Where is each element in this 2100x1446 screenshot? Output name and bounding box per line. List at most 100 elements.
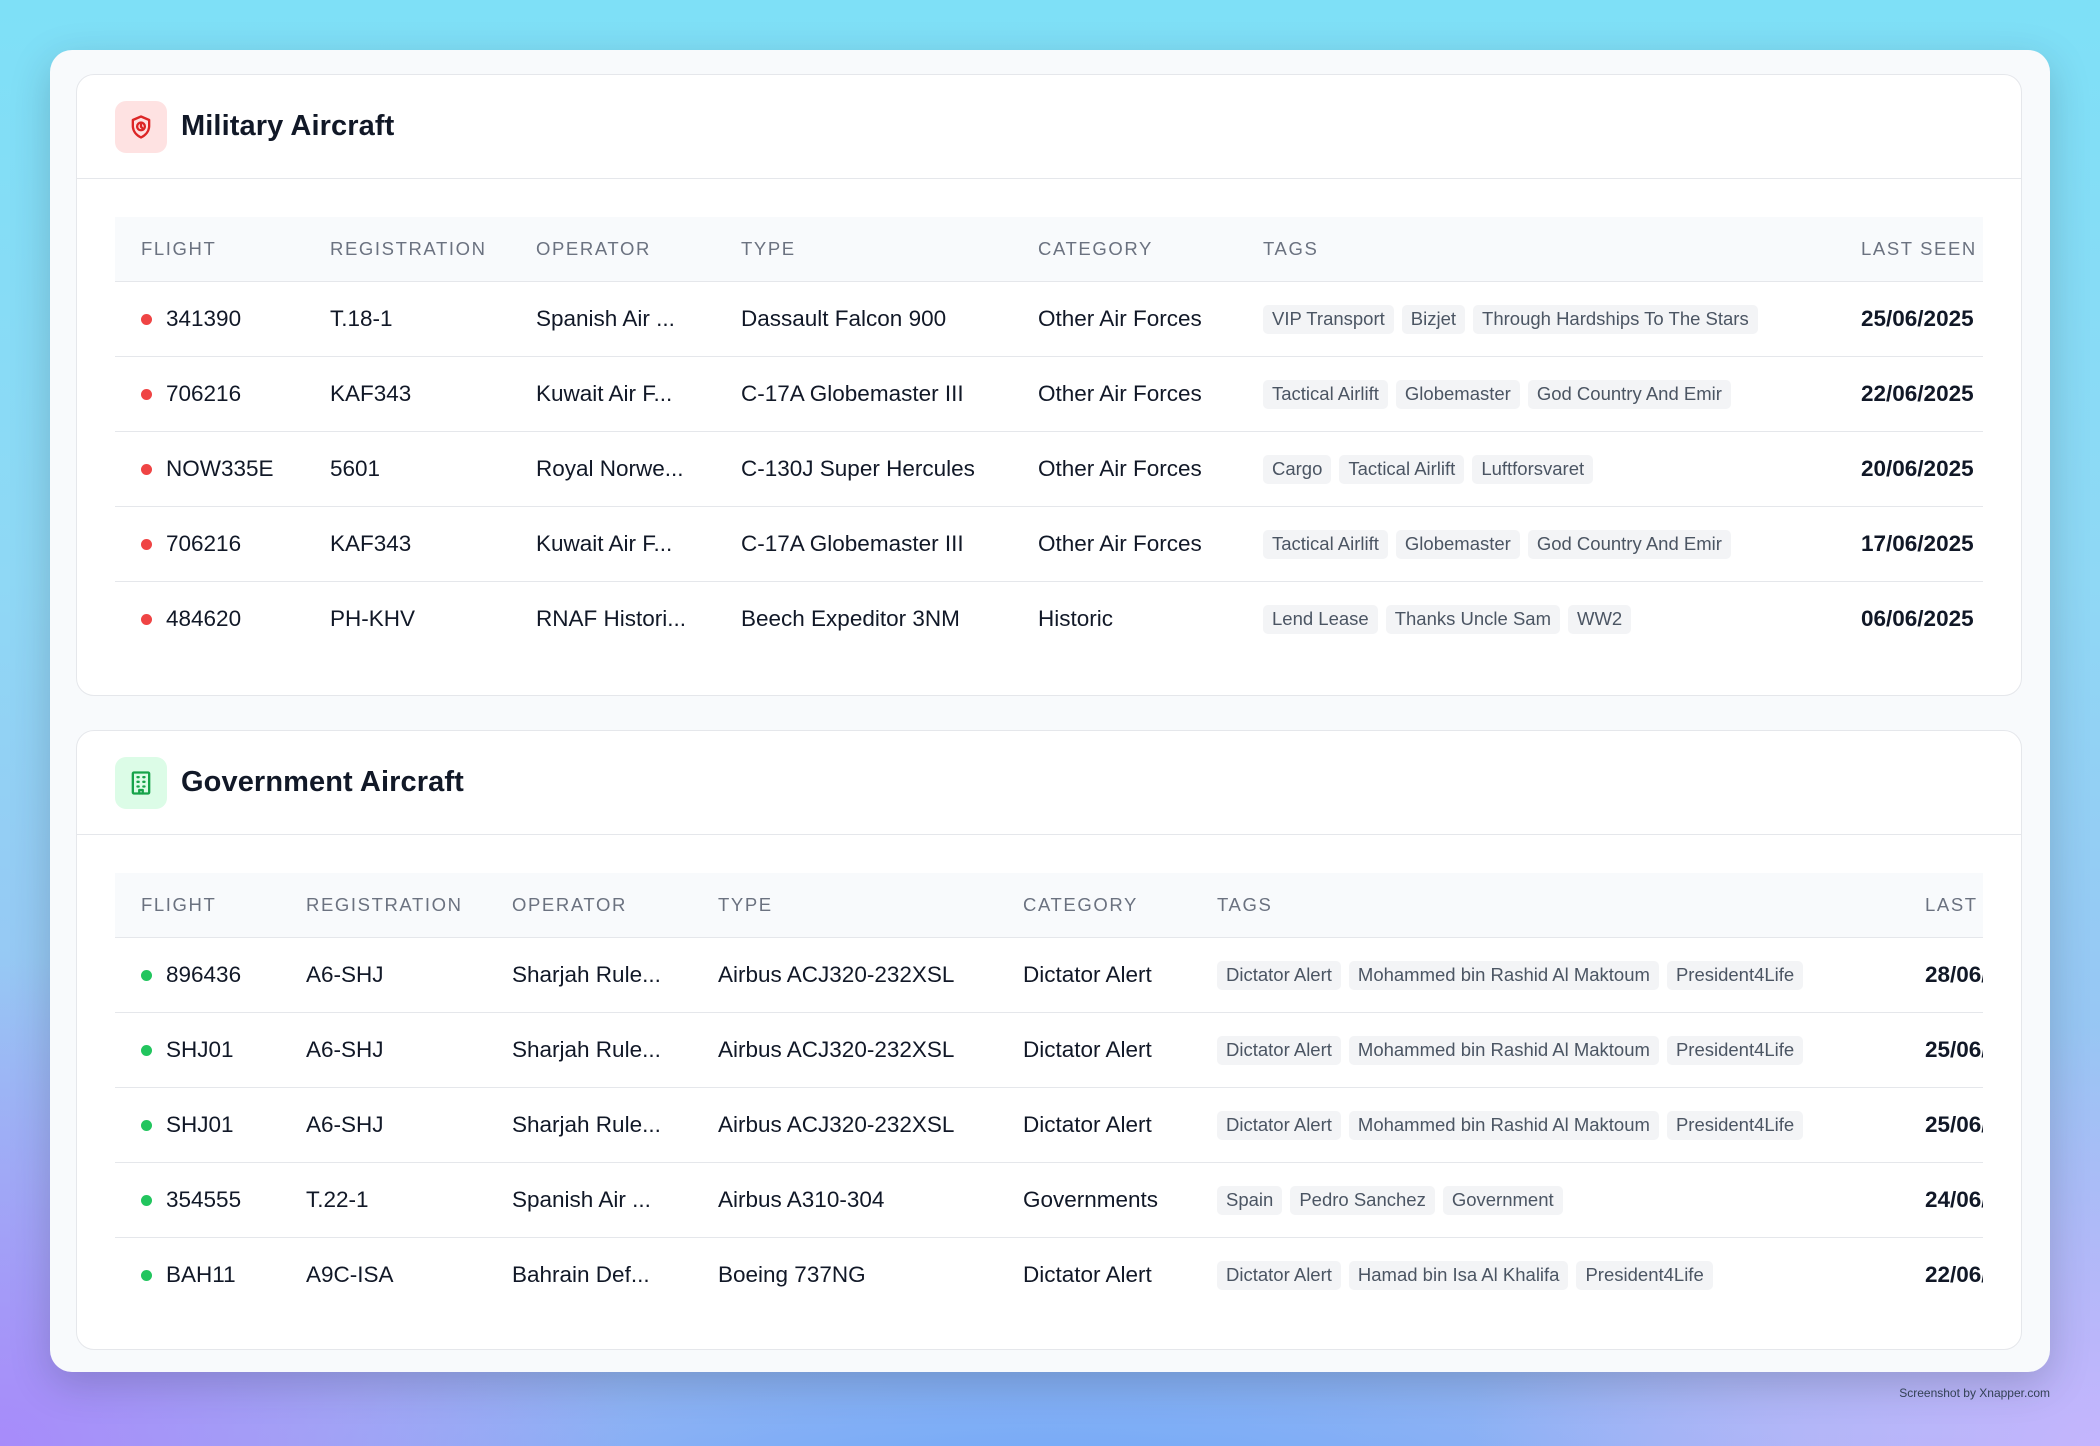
tag-badge[interactable]: Cargo [1263, 454, 1332, 484]
flight-cell: 354555 [115, 1162, 280, 1238]
col-header-tags[interactable]: TAGS [1191, 873, 1899, 938]
table-row[interactable]: SHJ01 A6-SHJ Sharjah Rule... Airbus ACJ320-… [115, 1087, 1983, 1163]
operator-cell: RNAF Histori... [536, 606, 687, 631]
col-header-flight[interactable]: FLIGHT [115, 873, 280, 938]
military-card-title: Military Aircraft [181, 110, 395, 142]
table-row[interactable]: 706216 KAF343 Kuwait Air F... C-17A Globema… [115, 356, 1983, 432]
tag-badge[interactable]: President4Life [1576, 1260, 1713, 1290]
tag-badge[interactable]: Tactical Airlift [1339, 454, 1465, 484]
status-dot-icon [141, 463, 152, 475]
col-header-type[interactable]: TYPE [715, 217, 1012, 282]
flight-cell-content: 354555 [141, 1187, 280, 1213]
tag-badge[interactable]: Dictator Alert [1217, 1260, 1341, 1290]
tag-badge[interactable]: Thanks Uncle Sam [1385, 604, 1560, 634]
tag-badge[interactable]: God Country And Emir [1527, 529, 1731, 559]
status-dot-icon [141, 969, 152, 981]
table-row[interactable]: 354555 T.22-1 Spanish Air ... Airbus A310-3… [115, 1162, 1983, 1238]
tag-badge[interactable]: Dictator Alert [1217, 960, 1341, 990]
table-row[interactable]: 896436 A6-SHJ Sharjah Rule... Airbus ACJ320… [115, 937, 1983, 1013]
registration-cell: A6-SHJ [280, 937, 486, 1013]
last-seen-cell: 22/06/2025 [1835, 356, 1983, 432]
flight-cell-content: 706216 [141, 381, 304, 407]
registration-cell: 5601 [304, 431, 510, 507]
tag-badge[interactable]: Dictator Alert [1217, 1035, 1341, 1065]
flight-cell: SHJ01 [115, 1087, 280, 1163]
col-header-last-seen[interactable]: LAST SEEN [1835, 217, 1983, 282]
tag-badge[interactable]: Through Hardships To The Stars [1473, 304, 1758, 334]
col-header-registration[interactable]: REGISTRATION [304, 217, 510, 282]
operator-cell: Sharjah Rule... [486, 1087, 692, 1163]
tag-badge[interactable]: Globemaster [1395, 379, 1520, 409]
category-cell: Dictator Alert [1023, 1262, 1152, 1287]
tag-list: Dictator Alert Mohammed bin Rashid Al Mak… [1217, 1035, 1899, 1065]
operator-cell: Kuwait Air F... [510, 356, 715, 432]
tags-cell: Spain Pedro Sanchez Government [1191, 1162, 1899, 1238]
type-cell: C-130J Super Hercules [715, 431, 1012, 507]
col-header-last-seen[interactable]: LAST SEEN [1899, 873, 1983, 938]
last-seen-cell: 28/06/2025 [1899, 937, 1983, 1013]
flight-cell: 706216 [115, 356, 304, 432]
tag-badge[interactable]: Spain [1217, 1185, 1283, 1215]
military-table-wrap[interactable]: FLIGHT REGISTRATION OPERATOR TYPE CATEGO… [115, 217, 1983, 695]
category-cell: Other Air Forces [1012, 431, 1237, 507]
col-header-operator[interactable]: OPERATOR [486, 873, 692, 938]
registration-cell: T.18-1 [304, 281, 510, 357]
tag-badge[interactable]: Mohammed bin Rashid Al Maktoum [1348, 1110, 1659, 1140]
table-row[interactable]: SHJ01 A6-SHJ Sharjah Rule... Airbus ACJ320-… [115, 1012, 1983, 1088]
tag-badge[interactable]: Mohammed bin Rashid Al Maktoum [1348, 960, 1659, 990]
tag-list: Spain Pedro Sanchez Government [1217, 1185, 1899, 1215]
col-header-registration[interactable]: REGISTRATION [280, 873, 486, 938]
tag-badge[interactable]: President4Life [1666, 1110, 1804, 1140]
table-row[interactable]: 341390 T.18-1 Spanish Air ... Dassault Falc… [115, 281, 1983, 357]
tag-badge[interactable]: God Country And Emir [1527, 379, 1731, 409]
tag-badge[interactable]: Tactical Airlift [1263, 379, 1388, 409]
tag-badge[interactable]: Tactical Airlift [1263, 529, 1388, 559]
col-header-type[interactable]: TYPE [692, 873, 997, 938]
tag-badge[interactable]: Luftforsvaret [1472, 454, 1594, 484]
tag-badge[interactable]: Government [1442, 1185, 1563, 1215]
tag-badge[interactable]: Hamad bin Isa Al Khalifa [1348, 1260, 1569, 1290]
flight-cell-content: 341390 [141, 306, 304, 332]
government-table-wrap[interactable]: FLIGHT REGISTRATION OPERATOR TYPE CATEGO… [115, 873, 1983, 1349]
type-cell: Airbus ACJ320-232XSL [692, 937, 997, 1013]
operator-cell: Spanish Air ... [510, 281, 715, 357]
table-row[interactable]: 484620 PH-KHV RNAF Histori... Beech Expedit… [115, 582, 1983, 657]
flight-number: 706216 [166, 381, 242, 406]
category-cell: Other Air Forces [1012, 506, 1237, 582]
registration-cell: T.22-1 [280, 1162, 486, 1238]
status-dot-icon [141, 1194, 152, 1206]
status-dot-icon [141, 613, 152, 625]
flight-cell-content: BAH11 [141, 1262, 280, 1288]
tag-list: Tactical Airlift Globemaster God Country A… [1263, 529, 1835, 559]
tag-badge[interactable]: Bizjet [1401, 304, 1466, 334]
flight-cell-content: 896436 [141, 962, 280, 988]
tag-badge[interactable]: WW2 [1568, 604, 1632, 634]
type-cell: C-17A Globemaster III [715, 356, 1012, 432]
app-window: Military Aircraft FLIGHT REGISTRATION OP… [50, 50, 2050, 1372]
table-row[interactable]: 706216 KAF343 Kuwait Air F... C-17A Globema… [115, 506, 1983, 582]
table-row[interactable]: BAH11 A9C-ISA Bahrain Def... Boeing 737NG Di… [115, 1238, 1983, 1313]
government-table: FLIGHT REGISTRATION OPERATOR TYPE CATEGO… [115, 873, 1983, 1312]
tag-badge[interactable]: Mohammed bin Rashid Al Maktoum [1348, 1035, 1659, 1065]
col-header-operator[interactable]: OPERATOR [510, 217, 715, 282]
tag-badge[interactable]: President4Life [1666, 1035, 1804, 1065]
tag-badge[interactable]: President4Life [1666, 960, 1804, 990]
flight-number: SHJ01 [166, 1037, 234, 1062]
tag-badge[interactable]: VIP Transport [1263, 304, 1394, 334]
military-table-header: FLIGHT REGISTRATION OPERATOR TYPE CATEGO… [115, 217, 1983, 282]
last-seen-cell: 17/06/2025 [1835, 506, 1983, 582]
col-header-category[interactable]: CATEGORY [1012, 217, 1237, 282]
tag-badge[interactable]: Pedro Sanchez [1290, 1185, 1435, 1215]
last-seen-cell: 25/06/2025 [1899, 1087, 1983, 1163]
registration-cell: A9C-ISA [306, 1262, 394, 1287]
last-seen-cell: 24/06/2025 [1899, 1162, 1983, 1238]
tags-cell: Lend Lease Thanks Uncle Sam WW2 [1237, 582, 1835, 657]
col-header-flight[interactable]: FLIGHT [115, 217, 304, 282]
col-header-tags[interactable]: TAGS [1237, 217, 1835, 282]
tag-badge[interactable]: Dictator Alert [1217, 1110, 1341, 1140]
table-row[interactable]: NOW335E 5601 Royal Norwe... C-130J Super He… [115, 431, 1983, 507]
tag-badge[interactable]: Lend Lease [1263, 604, 1378, 634]
col-header-category[interactable]: CATEGORY [997, 873, 1191, 938]
tag-badge[interactable]: Globemaster [1395, 529, 1520, 559]
category-cell: Historic [1038, 606, 1114, 631]
